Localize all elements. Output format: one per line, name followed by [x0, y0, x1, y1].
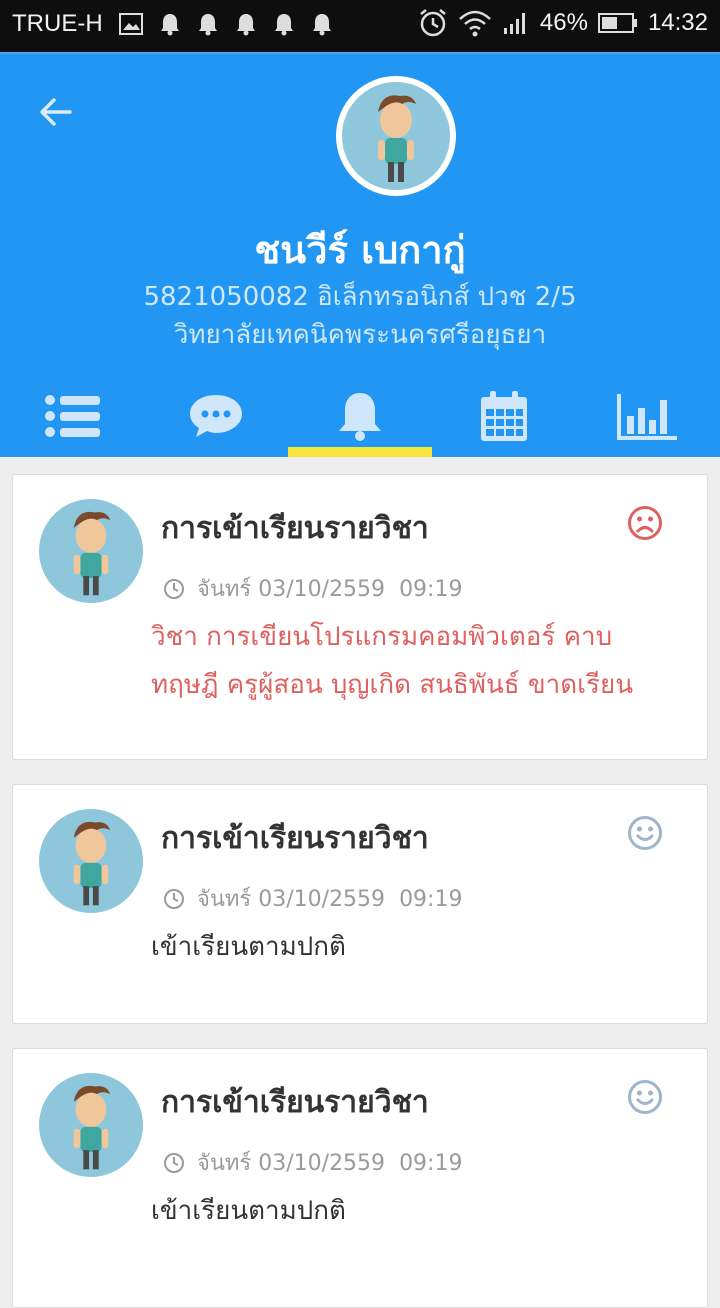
clock-time: 14:32: [647, 9, 708, 36]
avatar: [39, 1073, 143, 1177]
notification-bell-icon: [160, 14, 179, 36]
notification-timestamp: จันทร์ 03/10/2559 09:19: [163, 1145, 462, 1180]
day-label: จันทร์: [197, 887, 252, 912]
day-label: จันทร์: [197, 1151, 252, 1176]
notification-title: การเข้าเรียนรายวิชา: [161, 1085, 429, 1120]
school-name: วิทยาลัยเทคนิคพระนครศรีอยุธยา: [173, 320, 547, 350]
date-label: 03/10/2559: [258, 1151, 386, 1176]
avatar-cartoon-icon: [378, 95, 416, 182]
chat-bubble-icon: [190, 394, 242, 437]
tab-bar: [0, 372, 720, 459]
battery-icon: [597, 13, 637, 33]
message-line: เข้าเรียนตามปกติ: [151, 932, 346, 962]
notification-card[interactable]: การเข้าเรียนรายวิชา จันทร์ 03/10/2559 09…: [12, 784, 708, 1024]
tab-chat[interactable]: [144, 372, 288, 459]
tab-statistics[interactable]: [576, 372, 720, 459]
happy-face-icon: [628, 1080, 662, 1114]
student-info: 5821050082 อิเล็กทรอนิกส์ ปวช 2/5: [143, 282, 577, 312]
student-name: ชนวีร์ เบกากู่: [254, 228, 466, 272]
bar-chart-icon: [617, 393, 677, 440]
date-label: 03/10/2559: [258, 887, 386, 912]
message-line: วิชา การเขียนโปรแกรมคอมพิวเตอร์ คาบ: [151, 622, 613, 652]
message-line: ทฤษฎี ครูผู้สอน บุญเกิด สนธิพันธ์ ขาดเรี…: [151, 670, 633, 700]
avatar: [39, 499, 143, 603]
notification-title: การเข้าเรียนรายวิชา: [161, 821, 429, 856]
tab-list[interactable]: [0, 372, 144, 459]
wifi-icon: [459, 10, 491, 37]
calendar-icon: [481, 390, 527, 441]
notification-bell-icon: [236, 14, 255, 36]
notification-timestamp: จันทร์ 03/10/2559 09:19: [163, 881, 462, 916]
notification-card[interactable]: การเข้าเรียนรายวิชา จันทร์ 03/10/2559 09…: [12, 474, 708, 760]
tab-notifications[interactable]: [288, 372, 432, 459]
notification-timestamp: จันทร์ 03/10/2559 09:19: [163, 571, 462, 606]
list-icon: [45, 394, 100, 437]
notification-message: เข้าเรียนตามปกติ: [151, 923, 683, 971]
happy-face-icon: [628, 816, 662, 850]
back-arrow-icon[interactable]: [36, 92, 76, 132]
sad-face-icon: [628, 506, 662, 540]
active-tab-indicator: [288, 447, 432, 457]
time-label: 09:19: [399, 887, 463, 912]
profile-header: ชนวีร์ เบกากู่ 5821050082 อิเล็กทรอนิกส์…: [0, 52, 720, 457]
clock-icon: [164, 1152, 184, 1173]
avatar-cartoon-icon: [73, 1085, 111, 1170]
notification-title: การเข้าเรียนรายวิชา: [161, 511, 429, 546]
time-label: 09:19: [399, 1151, 463, 1176]
avatar-cartoon-icon: [73, 511, 111, 596]
date-label: 03/10/2559: [258, 577, 386, 602]
notification-bell-icon: [312, 14, 331, 36]
avatar: [39, 809, 143, 913]
image-icon: [118, 13, 143, 35]
notification-bell-icon: [274, 14, 293, 36]
day-label: จันทร์: [197, 577, 252, 602]
notification-card[interactable]: การเข้าเรียนรายวิชา จันทร์ 03/10/2559 09…: [12, 1048, 708, 1308]
notification-message: วิชา การเขียนโปรแกรมคอมพิวเตอร์ คาบ ทฤษฎ…: [151, 613, 683, 709]
clock-icon: [164, 578, 184, 599]
alarm-icon: [420, 9, 446, 37]
status-bar: TRUE-H 46% 14:32: [0, 0, 720, 52]
message-line: เข้าเรียนตามปกติ: [151, 1196, 346, 1226]
time-label: 09:19: [399, 577, 463, 602]
avatar-cartoon-icon: [73, 821, 111, 906]
carrier-label: TRUE-H: [12, 10, 103, 37]
battery-percent: 46%: [539, 9, 588, 36]
signal-icon: [503, 13, 525, 34]
notification-message: เข้าเรียนตามปกติ: [151, 1187, 683, 1235]
clock-icon: [164, 888, 184, 909]
notification-bell-icon: [198, 14, 217, 36]
bell-icon: [339, 392, 381, 441]
tab-calendar[interactable]: [432, 372, 576, 459]
profile-avatar: [336, 76, 456, 196]
